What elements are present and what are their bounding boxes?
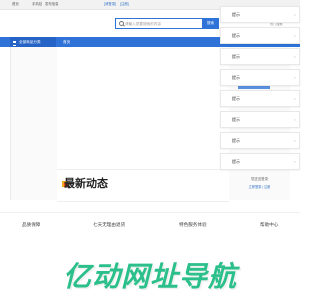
news-title: 最新动态 (64, 178, 108, 190)
site-watermark-logo: 亿动网址导航 (62, 261, 237, 292)
close-icon[interactable]: × (294, 154, 296, 169)
notification-item[interactable]: 提示 × (220, 111, 300, 128)
search-button[interactable]: 搜索 (202, 18, 219, 29)
service-help[interactable]: 帮助中心 (260, 222, 278, 228)
notification-label: 提示 (232, 33, 240, 38)
banner-area (57, 47, 229, 169)
section-divider (0, 212, 300, 213)
service-quality[interactable]: 品质保障 (22, 222, 40, 228)
login-link[interactable]: [请登录] (104, 0, 116, 9)
topbar-home-link[interactable]: 首页 (12, 0, 19, 9)
notification-label: 提示 (232, 159, 240, 164)
notification-item[interactable]: 提示 × (220, 153, 300, 170)
notification-item[interactable]: 提示 × (220, 90, 300, 107)
topbar-mobile-link[interactable]: 手机站 (32, 0, 42, 9)
user-panel-login-link[interactable]: 立即登录 | 注册 (229, 184, 290, 189)
close-icon[interactable]: × (294, 49, 296, 64)
service-features[interactable]: 特色服务体验 (179, 222, 207, 228)
nav-home-link[interactable]: 首页 (63, 37, 70, 47)
news-section: 最新动态 (57, 169, 229, 202)
notification-item[interactable]: 提示 × (220, 132, 300, 149)
notification-item[interactable]: 提示 × (220, 27, 300, 44)
service-row: 品质保障 七天无理由退货 特色服务体验 帮助中心 (0, 222, 300, 234)
notification-item[interactable]: 提示 × (220, 69, 300, 86)
notification-label: 提示 (232, 12, 240, 17)
close-icon[interactable]: × (294, 70, 296, 85)
close-icon[interactable]: × (294, 7, 296, 22)
category-sidebar (10, 47, 58, 200)
user-panel-hint: 您还没登录 (251, 177, 268, 181)
notification-label: 提示 (232, 75, 240, 80)
all-categories-label: 全部商品分类 (19, 40, 41, 44)
notification-item[interactable]: 提示 × (220, 48, 300, 65)
topbar-publish-link[interactable]: 发布信息 (45, 0, 59, 9)
close-icon[interactable]: × (294, 28, 296, 43)
close-icon[interactable]: × (294, 91, 296, 106)
close-icon[interactable]: × (294, 133, 296, 148)
notification-label: 提示 (232, 117, 240, 122)
close-icon[interactable]: × (294, 112, 296, 127)
notification-label: 提示 (232, 96, 240, 101)
notification-item[interactable]: 提示 × (220, 6, 300, 23)
search-icon (119, 21, 124, 26)
register-link[interactable]: [注册] (120, 0, 129, 9)
search-bar: 搜索 (115, 18, 219, 29)
notification-label: 提示 (232, 138, 240, 143)
all-categories-button[interactable]: 全部商品分类 (10, 37, 56, 47)
menu-icon (13, 40, 16, 46)
notification-label: 提示 (232, 54, 240, 59)
search-input[interactable] (125, 20, 199, 27)
search-box (115, 18, 203, 29)
service-returns[interactable]: 七天无理由退货 (93, 222, 125, 228)
